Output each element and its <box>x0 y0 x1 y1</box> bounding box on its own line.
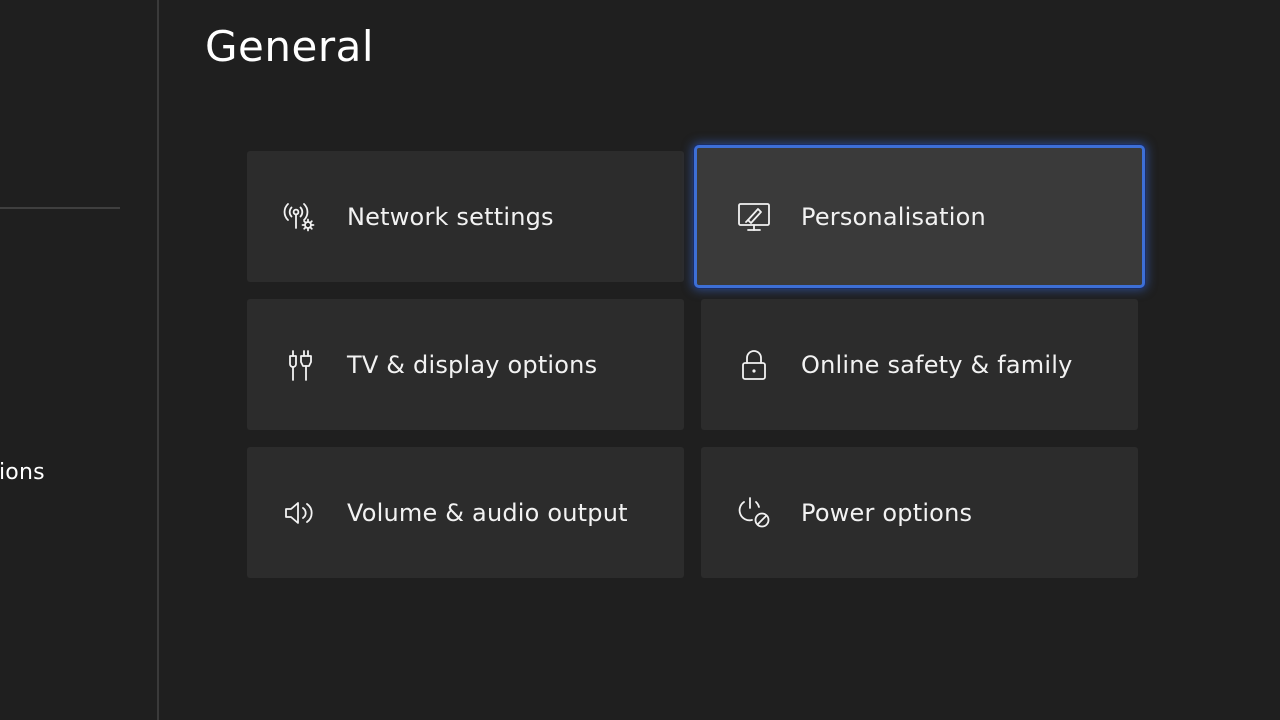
power-options-tile[interactable]: Power options <box>701 447 1138 578</box>
page-title: General <box>205 22 375 71</box>
settings-screen: ions General Network settings Personalis… <box>0 0 1280 720</box>
sidebar-border <box>157 0 159 720</box>
tv-display-options-label: TV & display options <box>347 350 598 379</box>
power-leaf-icon <box>734 493 774 533</box>
sidebar: ions <box>0 0 157 720</box>
tv-display-options-tile[interactable]: TV & display options <box>247 299 684 430</box>
network-settings-tile[interactable]: Network settings <box>247 151 684 282</box>
tv-display-icon <box>280 345 320 385</box>
sidebar-item-partial[interactable]: ions <box>0 460 45 485</box>
sidebar-divider <box>0 207 120 209</box>
online-safety-family-label: Online safety & family <box>801 350 1073 379</box>
network-settings-label: Network settings <box>347 202 554 231</box>
speaker-icon <box>280 493 320 533</box>
volume-audio-output-label: Volume & audio output <box>347 498 628 527</box>
volume-audio-output-tile[interactable]: Volume & audio output <box>247 447 684 578</box>
network-settings-icon <box>280 197 320 237</box>
personalisation-tile[interactable]: Personalisation <box>694 145 1145 288</box>
personalisation-label: Personalisation <box>801 202 986 231</box>
online-safety-family-tile[interactable]: Online safety & family <box>701 299 1138 430</box>
power-options-label: Power options <box>801 498 973 527</box>
lock-icon <box>734 345 774 385</box>
personalisation-icon <box>734 197 774 237</box>
